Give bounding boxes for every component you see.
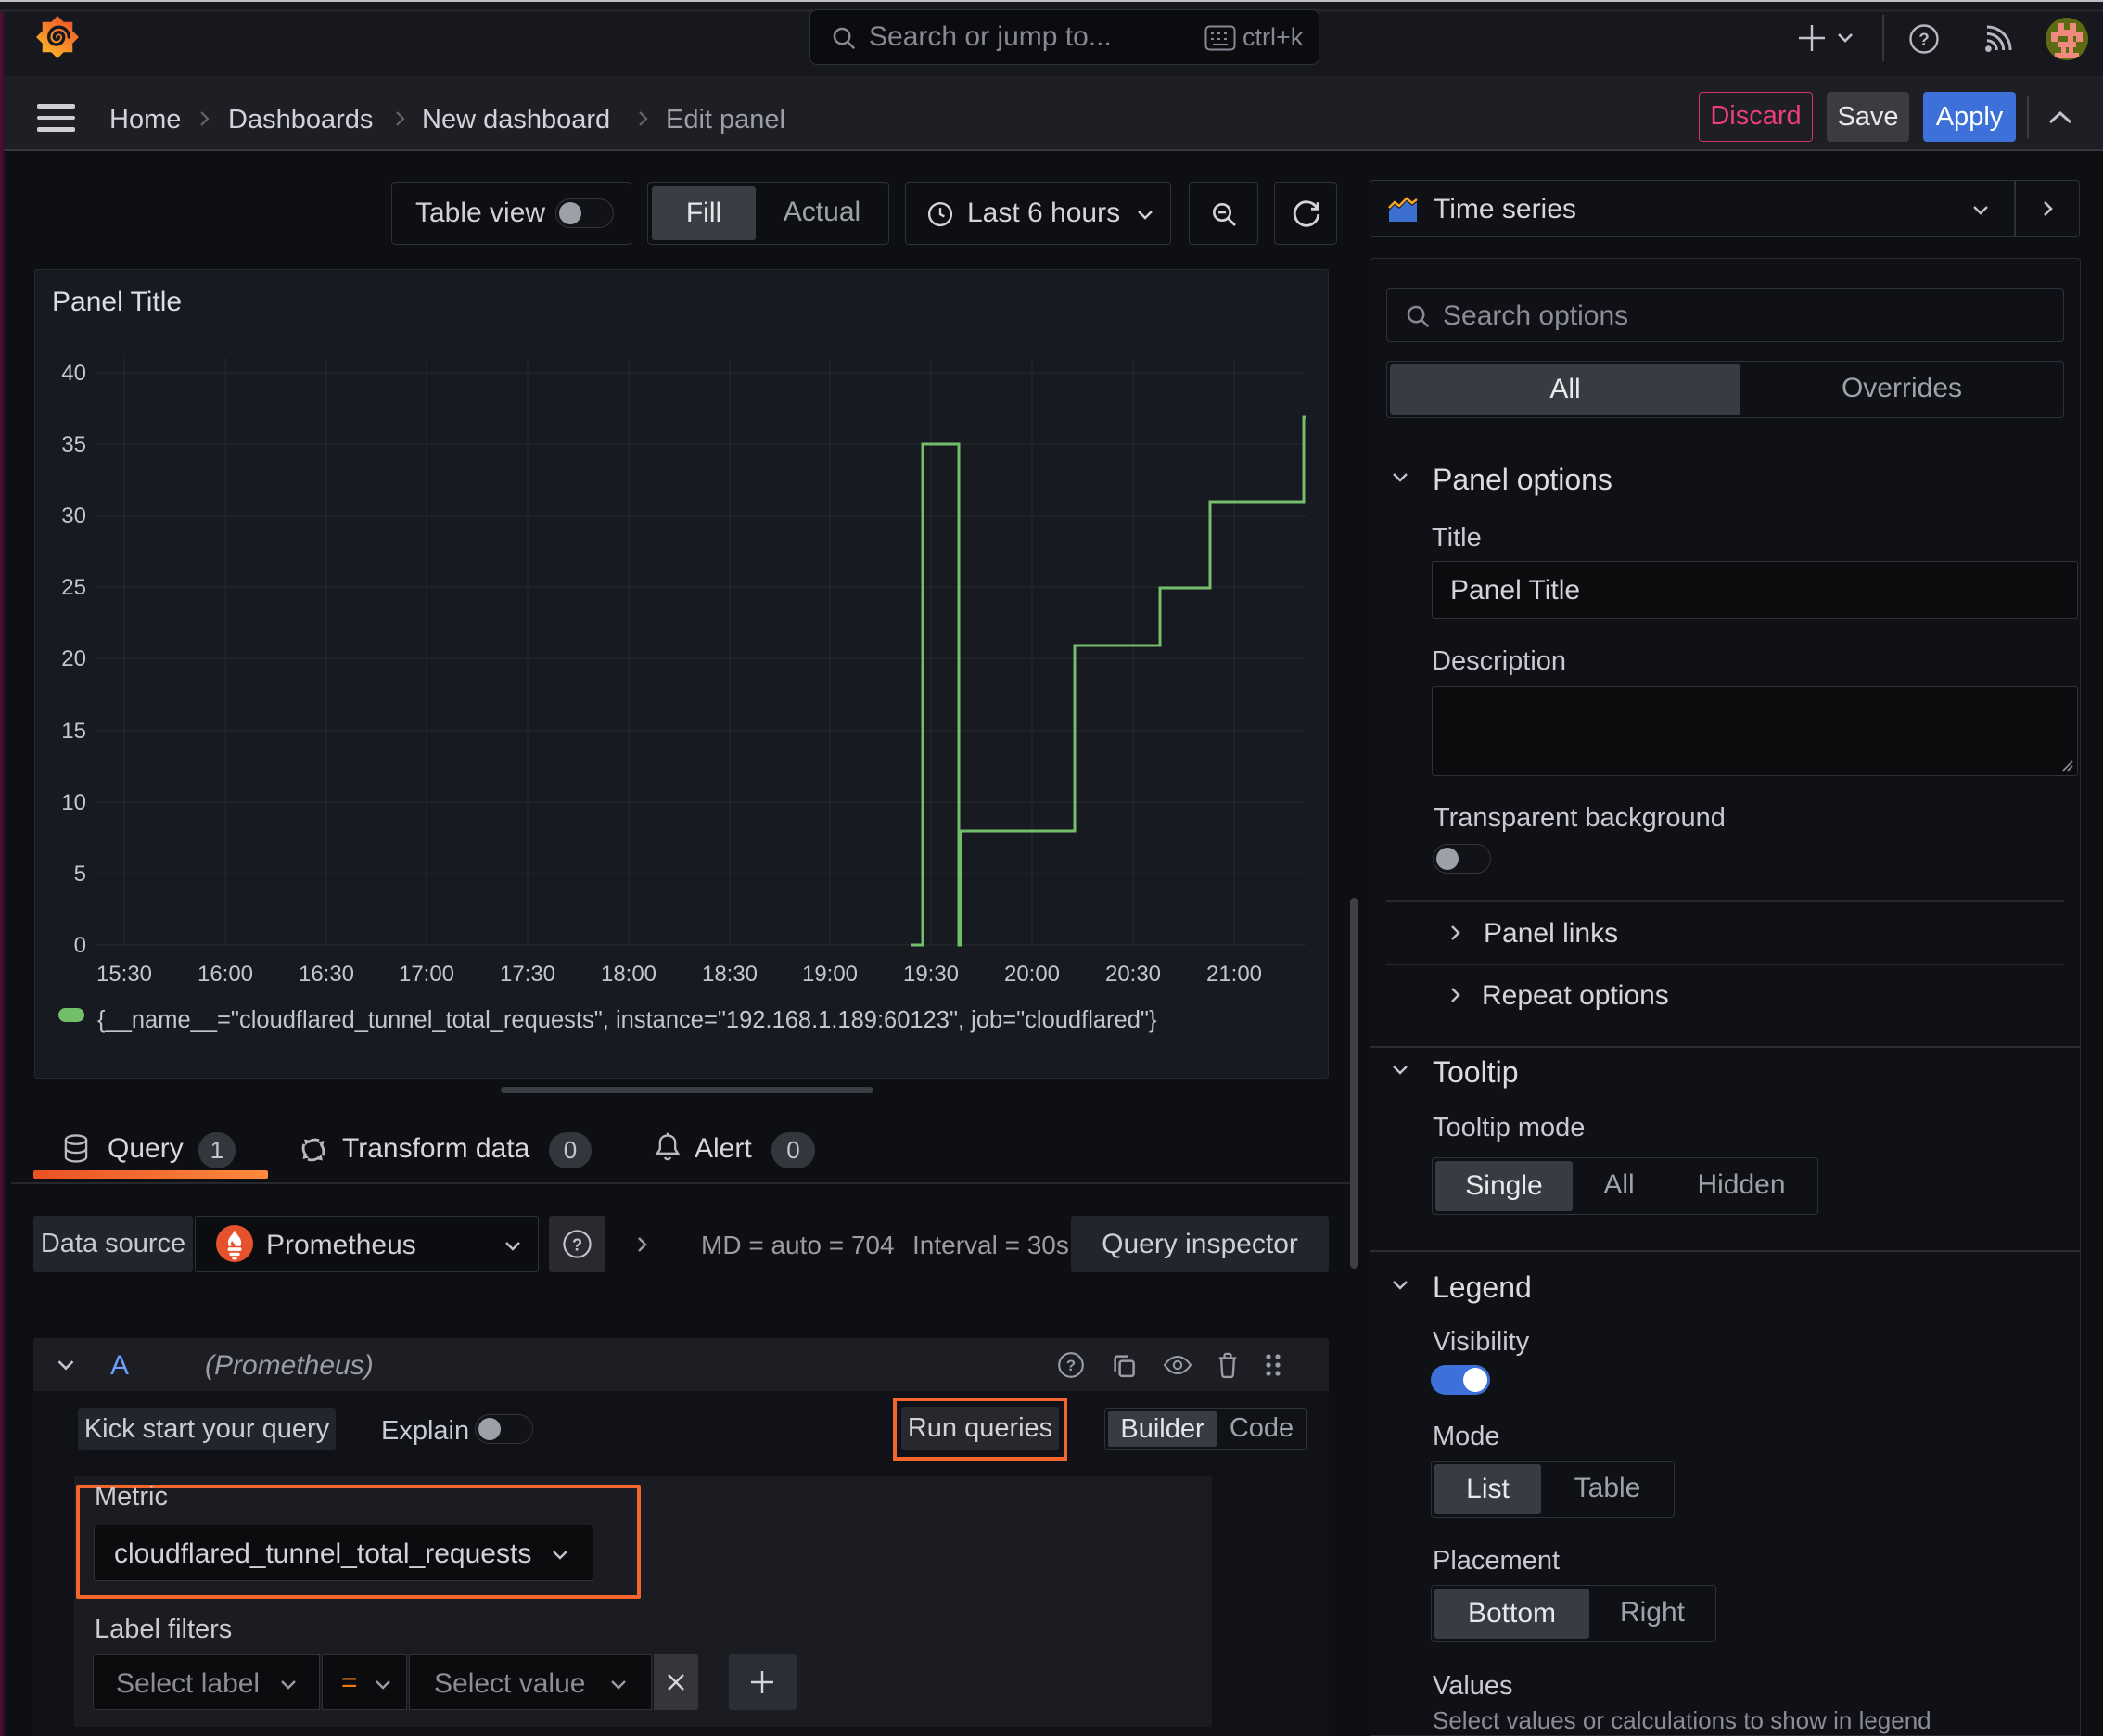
svg-text:20:00: 20:00	[1004, 962, 1060, 987]
svg-text:40: 40	[61, 361, 86, 386]
svg-text:{__name__="cloudflared_tunnel_: {__name__="cloudflared_tunnel_total_requ…	[97, 1007, 1157, 1033]
svg-text:16:30: 16:30	[299, 962, 354, 987]
svg-text:?: ?	[572, 1234, 582, 1254]
svg-text:?: ?	[1066, 1357, 1076, 1374]
svg-text:?: ?	[1918, 31, 1930, 50]
svg-text:15:30: 15:30	[96, 962, 152, 987]
svg-text:30: 30	[61, 504, 86, 529]
svg-text:35: 35	[61, 432, 86, 457]
svg-text:20: 20	[61, 646, 86, 671]
svg-text:17:00: 17:00	[399, 962, 454, 987]
svg-text:19:30: 19:30	[903, 962, 959, 987]
svg-text:18:00: 18:00	[601, 962, 656, 987]
svg-text:17:30: 17:30	[500, 962, 555, 987]
svg-text:21:00: 21:00	[1206, 962, 1262, 987]
svg-text:19:00: 19:00	[802, 962, 858, 987]
svg-text:5: 5	[74, 862, 86, 887]
svg-text:20:30: 20:30	[1105, 962, 1161, 987]
svg-text:16:00: 16:00	[198, 962, 253, 987]
svg-text:25: 25	[61, 575, 86, 600]
svg-text:10: 10	[61, 790, 86, 815]
svg-text:18:30: 18:30	[702, 962, 758, 987]
svg-text:15: 15	[61, 719, 86, 744]
svg-text:0: 0	[74, 933, 86, 958]
